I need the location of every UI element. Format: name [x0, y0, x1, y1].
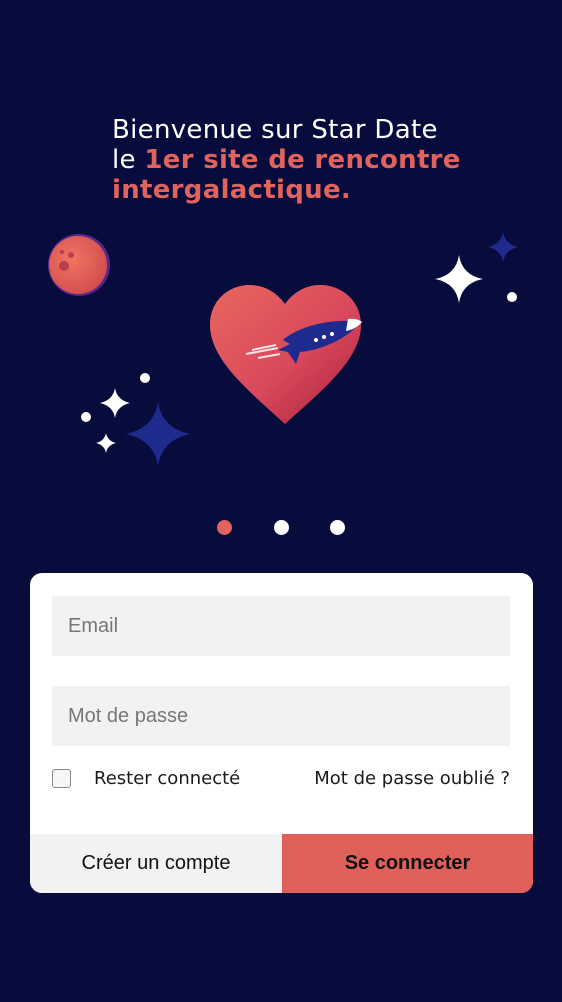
- heart-icon: [210, 285, 361, 424]
- carousel-dot-3[interactable]: [330, 520, 345, 535]
- carousel-dot-2[interactable]: [274, 520, 289, 535]
- sparkle-icon: [435, 232, 518, 303]
- welcome-heading: Bienvenue sur Star Date le 1er site de r…: [112, 115, 461, 205]
- login-options-row: Rester connecté Mot de passe oublié ?: [52, 768, 510, 793]
- login-card: Rester connecté Mot de passe oublié ? Cr…: [30, 573, 533, 893]
- sparkle-icon: [81, 373, 190, 466]
- create-account-button[interactable]: Créer un compte: [30, 834, 282, 893]
- email-field[interactable]: [52, 596, 510, 656]
- tagline-accent-end: intergalactique.: [112, 175, 352, 205]
- tagline-line: le 1er site de rencontre: [112, 145, 461, 175]
- remember-checkbox[interactable]: [52, 769, 71, 788]
- remember-label[interactable]: Rester connecté: [94, 768, 240, 789]
- login-button[interactable]: Se connecter: [282, 834, 533, 893]
- welcome-line: Bienvenue sur Star Date: [112, 115, 438, 145]
- planet-icon: [48, 234, 110, 296]
- tagline-prefix: le: [112, 145, 145, 175]
- carousel-dot-1[interactable]: [217, 520, 232, 535]
- password-field[interactable]: [52, 686, 510, 746]
- carousel-indicator: [0, 520, 562, 536]
- tagline-accent: 1er site de rencontre: [144, 145, 461, 175]
- forgot-password-link[interactable]: Mot de passe oublié ?: [314, 768, 510, 789]
- hero-illustration: [48, 232, 518, 466]
